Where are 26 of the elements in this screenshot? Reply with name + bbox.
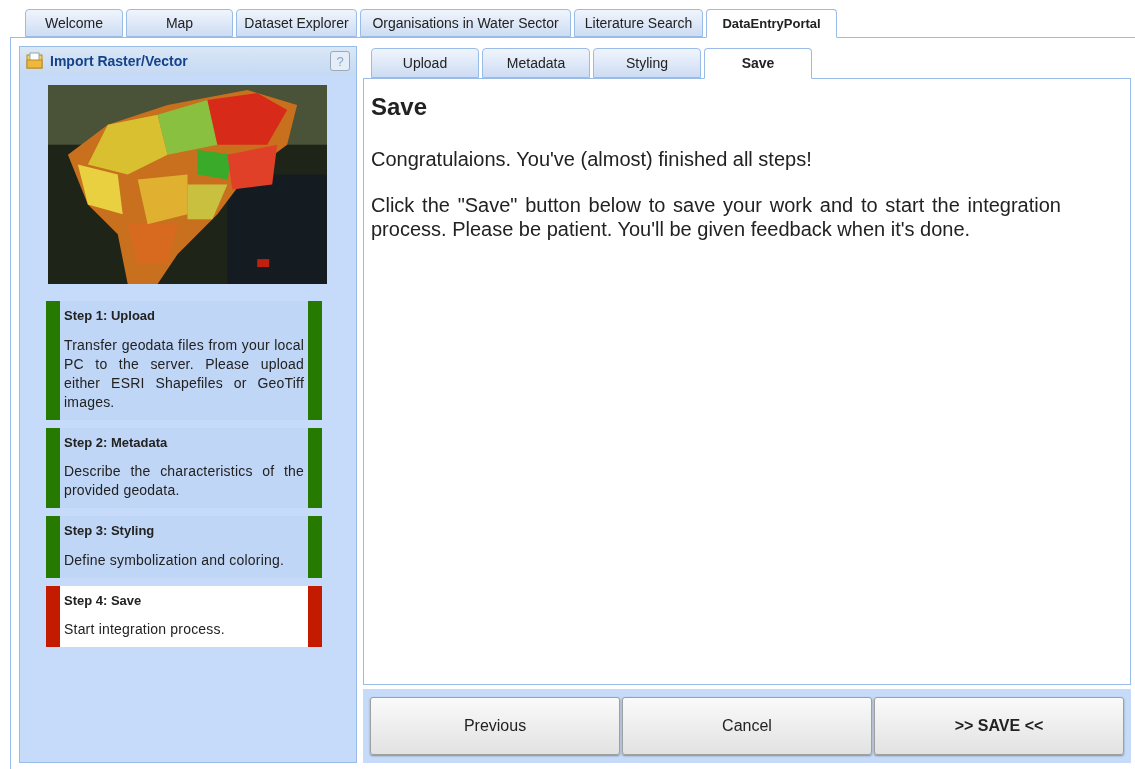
main-tab[interactable]: Dataset Explorer: [236, 9, 357, 37]
main-tab[interactable]: Organisations in Water Sector: [360, 9, 571, 37]
wizard-button[interactable]: Cancel: [622, 697, 872, 755]
main-tab[interactable]: Map: [126, 9, 233, 37]
panel-title: Import Raster/Vector: [50, 51, 189, 71]
folder-icon: [26, 52, 44, 70]
wizard-tab[interactable]: Styling: [593, 48, 701, 78]
step-description: Start integration process.: [64, 620, 226, 639]
content-heading: Save: [371, 92, 429, 122]
main-tab[interactable]: Literature Search: [574, 9, 703, 37]
wizard-tab[interactable]: Upload: [371, 48, 479, 78]
main-tab[interactable]: DataEntryPortal: [706, 9, 837, 38]
main-tab[interactable]: Welcome: [25, 9, 123, 37]
step-title: Step 3: Styling: [64, 522, 156, 540]
save-button[interactable]: >> SAVE <<: [874, 697, 1124, 755]
step-title: Step 1: Upload: [64, 307, 156, 325]
content-paragraph: Congratulaions. You've (almost) finished all steps!: [371, 147, 813, 171]
step-title: Step 4: Save: [64, 591, 143, 610]
step-title: Step 2: Metadata: [64, 433, 169, 452]
wizard-tab[interactable]: Save: [704, 48, 812, 79]
content-paragraph: Click the "Save" button below to save your work and to start the integration process. Please be patient. You'll be given feedback when it's done.: [371, 193, 1061, 241]
step-description: Define symbolization and coloring.: [64, 550, 286, 570]
wizard-tab[interactable]: Metadata: [482, 48, 590, 78]
wizard-button[interactable]: Previous: [370, 697, 620, 755]
step-description: Transfer geodata files from your local PC to the server. Please upload either ESRI Shapefiles or GeoTiff images.: [64, 335, 304, 412]
step-description: Describe the characteristics of the provided geodata.: [64, 462, 304, 500]
